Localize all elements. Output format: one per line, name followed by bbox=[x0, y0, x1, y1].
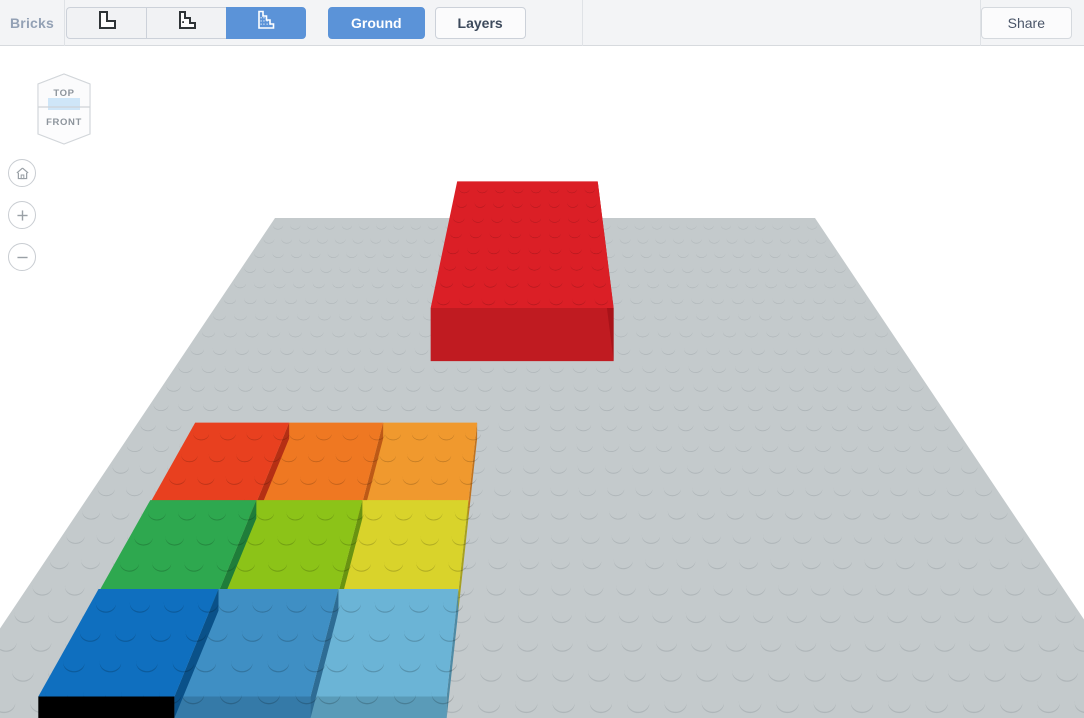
brick-step-2-tool[interactable] bbox=[146, 6, 226, 39]
brick-tool-group bbox=[66, 6, 306, 39]
view-cube-front-label: FRONT bbox=[46, 117, 82, 128]
home-view-button[interactable] bbox=[8, 159, 36, 187]
view-cube-highlight bbox=[48, 98, 80, 110]
zoom-out-icon bbox=[15, 250, 30, 265]
toolbar-divider-left bbox=[64, 0, 65, 46]
brick-step-1-tool[interactable] bbox=[66, 6, 146, 39]
zoom-in-button[interactable] bbox=[8, 201, 36, 229]
zoom-in-icon bbox=[15, 208, 30, 223]
brick-scene[interactable] bbox=[0, 46, 1084, 718]
step-2-icon bbox=[176, 9, 198, 36]
zoom-out-button[interactable] bbox=[8, 243, 36, 271]
red-brick-tower[interactable] bbox=[430, 181, 614, 362]
app-brand-label: Bricks bbox=[9, 14, 54, 31]
toolbar-divider-mid bbox=[581, 0, 583, 46]
view-cube[interactable]: TOP FRONT bbox=[30, 70, 98, 148]
layers-button[interactable]: Layers bbox=[434, 6, 526, 39]
share-button[interactable]: Share bbox=[980, 6, 1072, 39]
top-toolbar: Bricks Ground Layers Share bbox=[0, 0, 1084, 46]
3d-viewport[interactable]: TOP FRONT bbox=[0, 46, 1084, 718]
brick-stair-tool[interactable] bbox=[226, 6, 306, 39]
step-1-icon bbox=[96, 9, 118, 36]
ground-button[interactable]: Ground bbox=[328, 6, 425, 39]
mode-button-group: Ground Layers bbox=[328, 6, 526, 39]
home-icon bbox=[15, 166, 30, 181]
stair-dotted-icon bbox=[255, 9, 277, 36]
view-cube-top-label: TOP bbox=[53, 88, 74, 99]
